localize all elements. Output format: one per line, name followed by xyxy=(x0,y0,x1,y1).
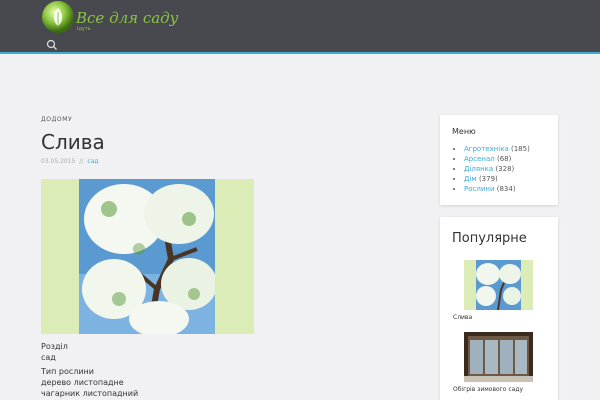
site-header: Все для саду Ідуть xyxy=(0,0,600,54)
menu-count: (379) xyxy=(478,175,498,183)
menu-link-plants[interactable]: Рослини xyxy=(464,185,495,193)
menu-count: (68) xyxy=(496,155,512,163)
post-category-link[interactable]: сад xyxy=(87,158,98,165)
popular-caption[interactable]: Обігрів зимового саду xyxy=(453,386,523,393)
menu-count: (185) xyxy=(511,145,530,153)
section-block: Розділ сад xyxy=(41,341,68,363)
site-tagline: Ідуть xyxy=(77,26,91,32)
post-meta: 03.05.2015//сад xyxy=(41,158,99,165)
section-label: Розділ xyxy=(41,342,68,351)
menu-count: (834) xyxy=(496,185,516,193)
menu-link-plot[interactable]: Ділянка xyxy=(464,165,493,173)
breadcrumb[interactable]: Додому xyxy=(41,116,72,123)
post-date: 03.05.2015 xyxy=(41,158,76,165)
menu-list: Агротехніка (185) Арсенал (68) Ділянка (… xyxy=(464,144,530,194)
menu-item: Рослини (834) xyxy=(464,184,530,194)
logo-icon[interactable] xyxy=(41,0,75,34)
menu-item: Дім (379) xyxy=(464,174,530,184)
section-value: сад xyxy=(41,353,56,362)
popular-widget-title: Популярне xyxy=(452,231,527,246)
popular-caption[interactable]: Слива xyxy=(453,314,472,321)
menu-item: Арсенал (68) xyxy=(464,154,530,164)
menu-link-arsenal[interactable]: Арсенал xyxy=(464,155,495,163)
popular-widget: Популярне Слива Обігрів зимового саду xyxy=(440,217,558,400)
popular-thumb-winter-garden[interactable] xyxy=(464,332,533,382)
menu-widget-title: Меню xyxy=(452,127,476,136)
menu-link-agrotechnics[interactable]: Агротехніка xyxy=(464,145,509,153)
popular-thumb-plum[interactable] xyxy=(464,260,533,310)
plum-blossom-image xyxy=(79,179,215,334)
plant-type-value: чагарник листопадний xyxy=(41,389,139,398)
featured-image xyxy=(41,179,254,334)
menu-count: (328) xyxy=(495,165,515,173)
search-icon[interactable] xyxy=(46,39,58,51)
menu-item: Ділянка (328) xyxy=(464,164,530,174)
page-title: Слива xyxy=(41,130,105,154)
menu-item: Агротехніка (185) xyxy=(464,144,530,154)
plant-type-value: дерево листопадне xyxy=(41,378,124,387)
meta-separator: // xyxy=(79,158,84,165)
plant-type-block: Тип рослини дерево листопадне чагарник л… xyxy=(41,366,138,399)
menu-link-home[interactable]: Дім xyxy=(464,175,477,183)
menu-widget: Меню Агротехніка (185) Арсенал (68) Діля… xyxy=(440,115,558,205)
plant-type-label: Тип рослини xyxy=(41,367,94,376)
site-title[interactable]: Все для саду xyxy=(76,9,178,27)
